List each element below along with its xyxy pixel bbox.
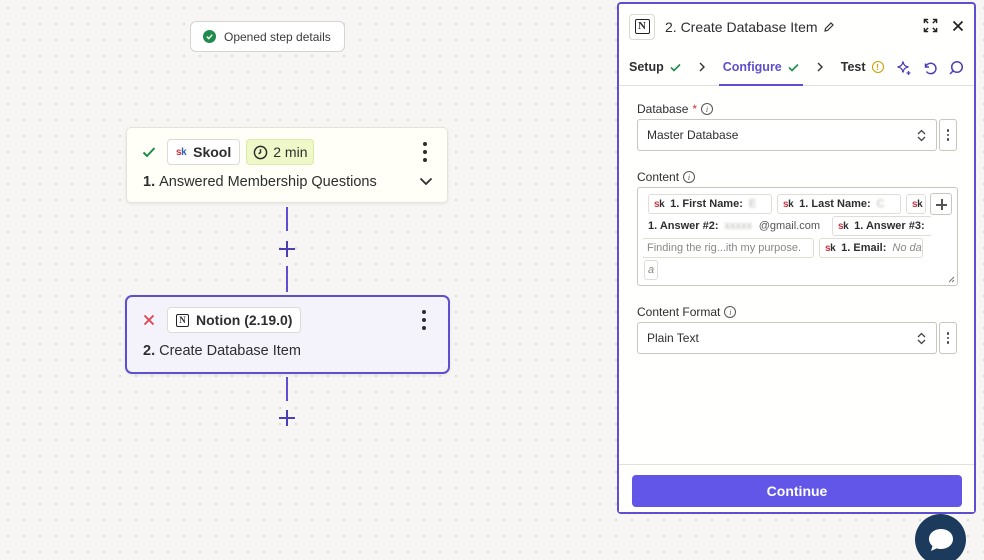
token-email[interactable]: sk 1. Email: No dat	[819, 238, 923, 258]
undo-icon[interactable]	[922, 60, 938, 76]
pencil-edit-icon[interactable]	[823, 21, 835, 33]
toast-text: Opened step details	[224, 29, 331, 44]
panel-title: 2. Create Database Item	[665, 18, 818, 35]
success-check-icon	[141, 144, 157, 160]
panel-tabs: Setup Configure Test !	[619, 49, 974, 86]
step-details-panel: N 2. Create Database Item Setup Configur…	[617, 2, 976, 514]
content-editor[interactable]: sk 1. First Name: E sk 1. Last Name: C s…	[637, 187, 958, 286]
error-x-icon	[141, 312, 157, 328]
app-pill-skool: sk Skool	[167, 139, 241, 165]
token-email-wrap[interactable]: a	[644, 260, 658, 280]
info-icon[interactable]: i	[724, 306, 737, 318]
ai-sparkle-icon[interactable]	[896, 60, 912, 76]
select-arrows-icon	[917, 332, 926, 345]
step-title: 1. Answered Membership Questions	[143, 174, 377, 190]
token-answer-3[interactable]: sk 1. Answer #3:	[832, 216, 932, 236]
content-format-select[interactable]: Plain Text	[637, 322, 937, 354]
connector-line	[286, 266, 288, 292]
chat-support-button[interactable]	[915, 514, 966, 560]
warning-icon: !	[871, 61, 884, 73]
database-select[interactable]: Master Database	[637, 119, 937, 151]
token-first-name[interactable]: sk 1. First Name: E	[648, 194, 772, 214]
clock-icon	[253, 145, 268, 159]
panel-footer: Continue	[619, 464, 974, 512]
check-circle-icon	[203, 30, 216, 43]
delay-text: 2 min	[273, 144, 308, 160]
step-menu-button[interactable]	[418, 142, 432, 162]
app-name: Notion (2.19.0)	[196, 312, 293, 328]
add-step-plus-icon[interactable]	[279, 410, 295, 426]
content-format-label: Content Format i	[637, 305, 737, 319]
continue-button[interactable]: Continue	[632, 475, 962, 507]
tab-test[interactable]: Test !	[841, 49, 884, 86]
resize-handle-icon[interactable]	[947, 275, 955, 283]
content-label: Content i	[637, 170, 696, 184]
skool-logo-icon: sk	[176, 146, 187, 158]
add-step-plus-icon[interactable]	[279, 241, 295, 257]
app-name: Skool	[193, 144, 232, 160]
step-menu-button[interactable]	[417, 310, 431, 330]
insert-data-button[interactable]	[930, 193, 952, 215]
notion-logo-icon: N	[176, 313, 189, 327]
tab-configure[interactable]: Configure	[718, 49, 803, 86]
step-title: 2. Create Database Item	[143, 343, 301, 359]
close-icon[interactable]	[952, 20, 964, 32]
check-icon	[788, 63, 799, 72]
database-label: Database * i	[637, 102, 714, 116]
check-icon	[670, 63, 681, 72]
chevron-right-icon	[817, 62, 823, 72]
token-answer-3-value[interactable]: Finding the rig...ith my purpose.	[642, 238, 814, 258]
chevron-right-icon	[699, 62, 705, 72]
token-partial[interactable]: sk	[906, 194, 926, 214]
connector-line	[286, 207, 288, 231]
chat-bubble-icon	[928, 528, 953, 551]
app-pill-notion: N Notion (2.19.0)	[167, 307, 302, 333]
notion-app-icon: N	[629, 13, 655, 40]
tab-setup[interactable]: Setup	[629, 49, 681, 86]
comment-icon[interactable]	[948, 60, 964, 76]
token-last-name[interactable]: sk 1. Last Name: C	[777, 194, 901, 214]
connector-line	[286, 377, 288, 401]
database-more-button[interactable]	[939, 119, 957, 151]
delay-badge: 2 min	[246, 139, 315, 165]
panel-header: N 2. Create Database Item	[619, 4, 974, 49]
select-arrows-icon	[917, 129, 926, 142]
info-icon[interactable]: i	[701, 103, 714, 115]
expand-icon[interactable]	[923, 18, 938, 33]
step-card-1[interactable]: sk Skool 2 min 1. Answered Membership Que…	[126, 127, 448, 203]
chevron-down-icon[interactable]	[419, 177, 433, 186]
token-answer-2[interactable]: 1. Answer #2: xxxxx @gmail.com	[642, 216, 826, 236]
info-icon[interactable]: i	[683, 171, 696, 183]
content-format-more-button[interactable]	[939, 322, 957, 354]
toast-notification: Opened step details	[190, 21, 345, 52]
step-card-2[interactable]: N Notion (2.19.0) 2. Create Database Item	[125, 295, 450, 374]
